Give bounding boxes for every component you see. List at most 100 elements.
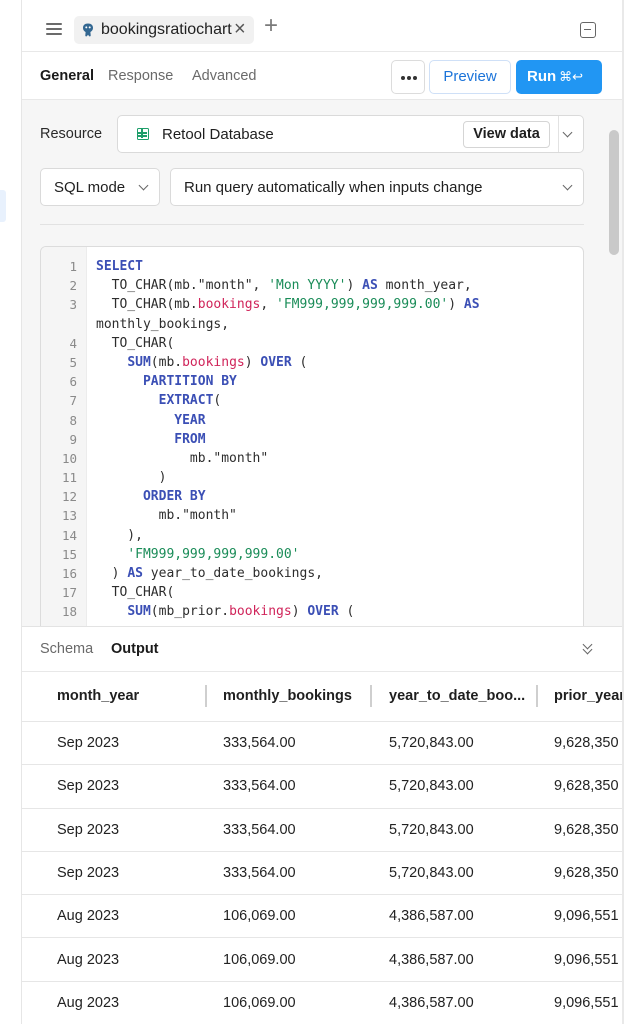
tab-schema[interactable]: Schema bbox=[40, 641, 93, 657]
line-number: 15 bbox=[61, 546, 77, 562]
trigger-select-value: Run query automatically when inputs chan… bbox=[184, 179, 483, 196]
table-cell: 4,386,587.00 bbox=[389, 994, 474, 1011]
code-line: 13 mb."month" bbox=[41, 506, 583, 525]
code-text: TO_CHAR(mb."month", 'Mon YYYY') AS month… bbox=[96, 278, 472, 294]
chevron-down-icon bbox=[562, 180, 573, 191]
code-text: SELECT bbox=[96, 259, 143, 274]
code-line: 7 EXTRACT( bbox=[41, 391, 583, 410]
code-text: ORDER BY bbox=[142, 489, 206, 505]
results-table: month_year monthly_bookings year_to_date… bbox=[22, 672, 622, 1024]
table-row[interactable]: Aug 2023 106,069.00 4,386,587.00 9,096,551 bbox=[22, 939, 622, 982]
table-cell: Sep 2023 bbox=[57, 821, 120, 838]
close-icon[interactable]: × bbox=[234, 18, 246, 40]
table-cell: 9,096,551 bbox=[554, 951, 619, 968]
table-row[interactable]: Sep 2023 333,564.00 5,720,843.00 9,628,350 bbox=[22, 765, 622, 809]
code-text: mb."month" bbox=[96, 508, 237, 524]
add-tab-icon[interactable]: + bbox=[264, 13, 278, 39]
mode-select-value: SQL mode bbox=[54, 179, 126, 196]
column-header-year-to-date[interactable]: year_to_date_boo... bbox=[389, 688, 525, 704]
scrollbar-thumb[interactable] bbox=[609, 130, 619, 255]
line-number: 1 bbox=[69, 259, 77, 274]
code-text: ) AS year_to_date_bookings, bbox=[96, 566, 323, 581]
collapse-chevron-icon[interactable] bbox=[582, 639, 594, 657]
minimize-icon[interactable] bbox=[580, 22, 596, 38]
resource-label: Resource bbox=[40, 126, 103, 142]
table-cell: 106,069.00 bbox=[223, 951, 296, 968]
table-row[interactable]: Sep 2023 333,564.00 5,720,843.00 9,628,350 bbox=[22, 722, 622, 766]
line-number: 13 bbox=[61, 508, 77, 524]
line-number: 3 bbox=[69, 297, 77, 313]
trigger-select[interactable]: Run query automatically when inputs chan… bbox=[170, 168, 584, 206]
run-button[interactable]: Run ⌘↩ bbox=[516, 60, 602, 94]
column-header-month-year[interactable]: month_year bbox=[57, 688, 139, 704]
table-row[interactable]: Aug 2023 106,069.00 4,386,587.00 9,096,551 bbox=[22, 982, 622, 1024]
column-resize-handle[interactable] bbox=[536, 685, 538, 707]
query-panel: bookingsratiochart × + General Response … bbox=[22, 0, 622, 1024]
query-subtabs: General Response Advanced Preview Run ⌘↩ bbox=[22, 52, 622, 100]
code-line: 11 ) bbox=[41, 468, 583, 487]
tab-advanced[interactable]: Advanced bbox=[192, 68, 257, 84]
mode-select[interactable]: SQL mode bbox=[40, 168, 160, 206]
query-editor-area: Resource Retool Database View data SQL m… bbox=[22, 100, 622, 626]
code-text: SUM(mb.bookings) OVER ( bbox=[127, 354, 308, 370]
code-line: 4 TO_CHAR( bbox=[41, 334, 583, 353]
line-number: 8 bbox=[69, 412, 77, 428]
run-shortcut: ⌘↩ bbox=[559, 69, 584, 84]
code-text: TO_CHAR( bbox=[96, 585, 175, 601]
tab-output[interactable]: Output bbox=[111, 641, 159, 657]
line-number: 2 bbox=[69, 278, 77, 294]
tab-general[interactable]: General bbox=[40, 68, 94, 84]
chevron-down-icon[interactable] bbox=[562, 127, 573, 138]
resource-name: Retool Database bbox=[162, 126, 274, 143]
code-lines: 1 SELECT 2 TO_CHAR(mb."month", 'Mon YYYY')… bbox=[41, 257, 583, 622]
column-header-prior-year[interactable]: prior_year bbox=[554, 688, 622, 704]
line-number: 7 bbox=[69, 393, 77, 409]
code-text: ) bbox=[96, 470, 167, 486]
table-cell: Sep 2023 bbox=[57, 778, 120, 795]
table-cell: Aug 2023 bbox=[57, 908, 120, 925]
postgres-icon bbox=[83, 23, 93, 37]
code-line: 5 SUM(mb.bookings) OVER ( bbox=[41, 353, 583, 372]
table-cell: 9,628,350 bbox=[554, 821, 619, 838]
run-button-label: Run bbox=[527, 68, 557, 85]
code-line: 2 TO_CHAR(mb."month", 'Mon YYYY') AS mon… bbox=[41, 276, 583, 295]
table-cell: 4,386,587.00 bbox=[389, 908, 474, 925]
more-options-button[interactable] bbox=[391, 60, 425, 94]
left-rail bbox=[0, 0, 22, 1024]
code-text: SUM(mb_prior.bookings) OVER ( bbox=[127, 604, 355, 620]
table-row[interactable]: Aug 2023 106,069.00 4,386,587.00 9,096,551 bbox=[22, 895, 622, 939]
query-tab[interactable]: bookingsratiochart × bbox=[74, 16, 254, 44]
table-row[interactable]: Sep 2023 333,564.00 5,720,843.00 9,628,350 bbox=[22, 852, 622, 896]
code-text: mb."month" bbox=[96, 450, 269, 466]
query-tab-label: bookingsratiochart bbox=[101, 21, 232, 38]
code-text: EXTRACT( bbox=[158, 393, 222, 409]
column-resize-handle[interactable] bbox=[205, 685, 207, 707]
table-cell: 9,628,350 bbox=[554, 735, 619, 751]
resource-divider bbox=[558, 116, 559, 152]
code-line: 6 PARTITION BY bbox=[41, 372, 583, 391]
left-rail-selection bbox=[0, 190, 6, 222]
code-text: FROM bbox=[174, 431, 206, 447]
code-text: YEAR bbox=[174, 412, 206, 428]
view-data-button[interactable]: View data bbox=[463, 121, 550, 148]
column-header-monthly-bookings[interactable]: monthly_bookings bbox=[223, 688, 352, 704]
menu-icon[interactable] bbox=[46, 22, 62, 36]
preview-button[interactable]: Preview bbox=[429, 60, 511, 94]
chevron-down-icon bbox=[138, 180, 149, 191]
line-number: 18 bbox=[61, 604, 77, 620]
column-resize-handle[interactable] bbox=[370, 685, 372, 707]
line-number: 14 bbox=[61, 527, 77, 543]
table-cell: Sep 2023 bbox=[57, 864, 120, 881]
resource-select[interactable]: Retool Database View data bbox=[117, 115, 584, 153]
tab-response[interactable]: Response bbox=[108, 68, 173, 84]
sql-editor[interactable]: 1 SELECT 2 TO_CHAR(mb."month", 'Mon YYYY')… bbox=[40, 246, 584, 626]
table-cell: Aug 2023 bbox=[57, 951, 120, 968]
code-line: 14 ), bbox=[41, 526, 583, 545]
table-row[interactable]: Sep 2023 333,564.00 5,720,843.00 9,628,350 bbox=[22, 809, 622, 852]
code-line: 16 ) AS year_to_date_bookings, bbox=[41, 564, 583, 583]
table-cell: 5,720,843.00 bbox=[389, 864, 474, 881]
code-line: monthly_bookings, bbox=[41, 315, 583, 334]
line-number: 12 bbox=[61, 489, 77, 505]
table-cell: Sep 2023 bbox=[57, 735, 120, 751]
table-cell: 9,628,350 bbox=[554, 778, 619, 795]
